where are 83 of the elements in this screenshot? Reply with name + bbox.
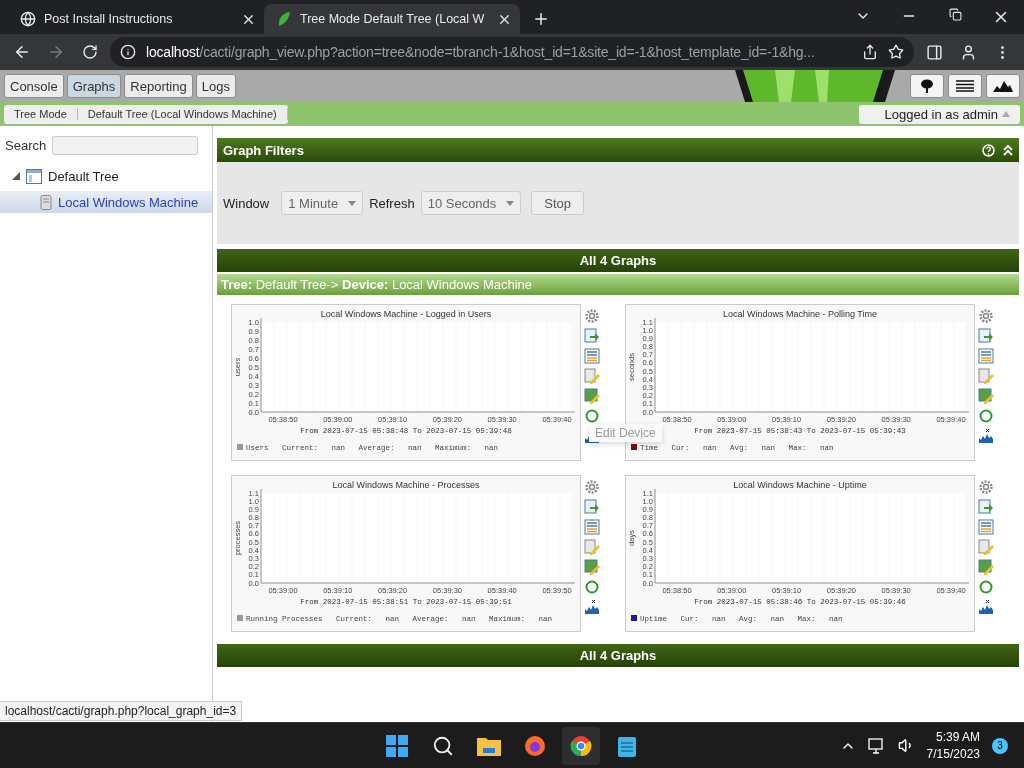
edit-image-icon[interactable]	[584, 559, 600, 575]
browser-tab[interactable]: Tree Mode Default Tree (Local W	[264, 4, 520, 34]
preview-view-button[interactable]	[986, 74, 1020, 98]
user-menu-button[interactable]: Logged in as admin	[858, 104, 1020, 124]
graph-image[interactable]	[231, 475, 581, 632]
list-view-button[interactable]	[948, 74, 982, 98]
list-icon	[956, 80, 974, 92]
back-icon[interactable]	[13, 43, 31, 61]
folder-icon[interactable]	[477, 735, 501, 756]
chrome-icon[interactable]	[570, 734, 592, 757]
bookmark-star-icon[interactable]	[888, 44, 904, 60]
tree-item[interactable]: Default Tree	[0, 165, 212, 187]
gear-icon[interactable]	[978, 308, 994, 324]
status-url: localhost/cacti/graph.php?local_graph_id=3	[0, 701, 243, 721]
gear-icon[interactable]	[584, 308, 600, 324]
chart-icon[interactable]	[978, 428, 994, 444]
help-icon[interactable]	[982, 143, 995, 157]
search-icon[interactable]	[432, 734, 454, 757]
graph-count-bar: All 4 Graphs	[217, 249, 1019, 272]
collapse-icon[interactable]	[1003, 144, 1013, 156]
address-field[interactable]: localhost/cacti/graph_view.php?action=tree&node=tbranch-1&host_id=1&site_id=-1&host_template_id=-1&hg...	[110, 37, 914, 67]
nav-tab[interactable]: Graphs	[66, 74, 122, 98]
list-icon[interactable]	[978, 348, 994, 364]
list-icon[interactable]	[978, 519, 994, 535]
search-field[interactable]	[52, 136, 198, 155]
window-label: Window	[223, 195, 270, 211]
edit-image-icon[interactable]	[978, 388, 994, 404]
tree-item[interactable]: Local Windows Machine	[0, 191, 212, 213]
reload-icon[interactable]	[82, 44, 98, 60]
gear-icon[interactable]	[978, 479, 994, 495]
share-icon[interactable]	[862, 44, 878, 60]
tree-view-button[interactable]	[910, 74, 944, 98]
info-icon[interactable]	[120, 44, 136, 60]
forward-icon[interactable]	[47, 43, 65, 61]
refresh-icon[interactable]	[978, 408, 994, 424]
new-tab-icon[interactable]	[532, 10, 550, 28]
caret-icon	[1002, 111, 1010, 117]
graph-image[interactable]	[625, 475, 975, 632]
breadcrumb[interactable]: Tree Mode	[4, 108, 78, 120]
panel-title: Graph Filters	[223, 142, 305, 158]
refresh-label: Refresh	[369, 195, 415, 211]
tree-icon	[919, 79, 935, 93]
edit-image-icon[interactable]	[978, 559, 994, 575]
chart-icon[interactable]	[584, 599, 600, 615]
gear-icon[interactable]	[584, 479, 600, 495]
edit-image-icon[interactable]	[584, 388, 600, 404]
nav-tab[interactable]: Logs	[195, 74, 236, 98]
refresh-icon[interactable]	[978, 579, 994, 595]
leaf-icon	[276, 11, 292, 27]
graph-title: Local Windows Machine - Uptime	[733, 480, 867, 490]
tree-path: Tree: Default Tree-> Device: Local Windows Machine	[217, 274, 1019, 295]
expand-arrow-icon[interactable]	[12, 172, 20, 180]
restore-icon[interactable]	[948, 8, 962, 21]
search-label: Search	[5, 138, 47, 153]
window-dropdown[interactable]: 1 Minute	[281, 191, 364, 215]
chart-icon[interactable]	[978, 599, 994, 615]
graph-title: Local Windows Machine - Processes	[332, 480, 480, 490]
graph-image[interactable]	[231, 304, 581, 461]
globe-icon	[20, 11, 36, 27]
refresh-icon[interactable]	[584, 579, 600, 595]
clock[interactable]: 5:39 AM 7/15/2023	[926, 728, 980, 763]
side-panel-icon[interactable]	[925, 43, 943, 61]
browser-tab[interactable]: Post Install Instructions	[8, 4, 264, 34]
list-icon[interactable]	[584, 348, 600, 364]
list-icon[interactable]	[584, 519, 600, 535]
graph-title: Local Windows Machine - Polling Time	[722, 309, 878, 319]
nav-tab[interactable]: Console	[4, 74, 64, 98]
graph-title: Local Windows Machine - Logged in Users	[320, 309, 492, 319]
caret-icon	[506, 200, 515, 206]
caret-icon	[348, 200, 357, 206]
nav-tab[interactable]: Reporting	[124, 74, 193, 98]
notification-badge[interactable]: 3	[992, 737, 1008, 754]
notepad-icon[interactable]	[618, 734, 636, 757]
stop-button[interactable]: Stop	[531, 191, 585, 215]
start-icon[interactable]	[386, 734, 408, 757]
server-icon	[40, 194, 52, 210]
mountain-icon	[993, 80, 1013, 92]
refresh-dropdown[interactable]: 10 Seconds	[420, 191, 522, 215]
tooltip: Edit Device	[589, 424, 662, 442]
refresh-icon[interactable]	[584, 408, 600, 424]
breadcrumb[interactable]: Default Tree (Local Windows Machine)	[77, 108, 288, 120]
graph-count-bar: All 4 Graphs	[217, 644, 1019, 667]
tree-icon	[26, 168, 42, 184]
